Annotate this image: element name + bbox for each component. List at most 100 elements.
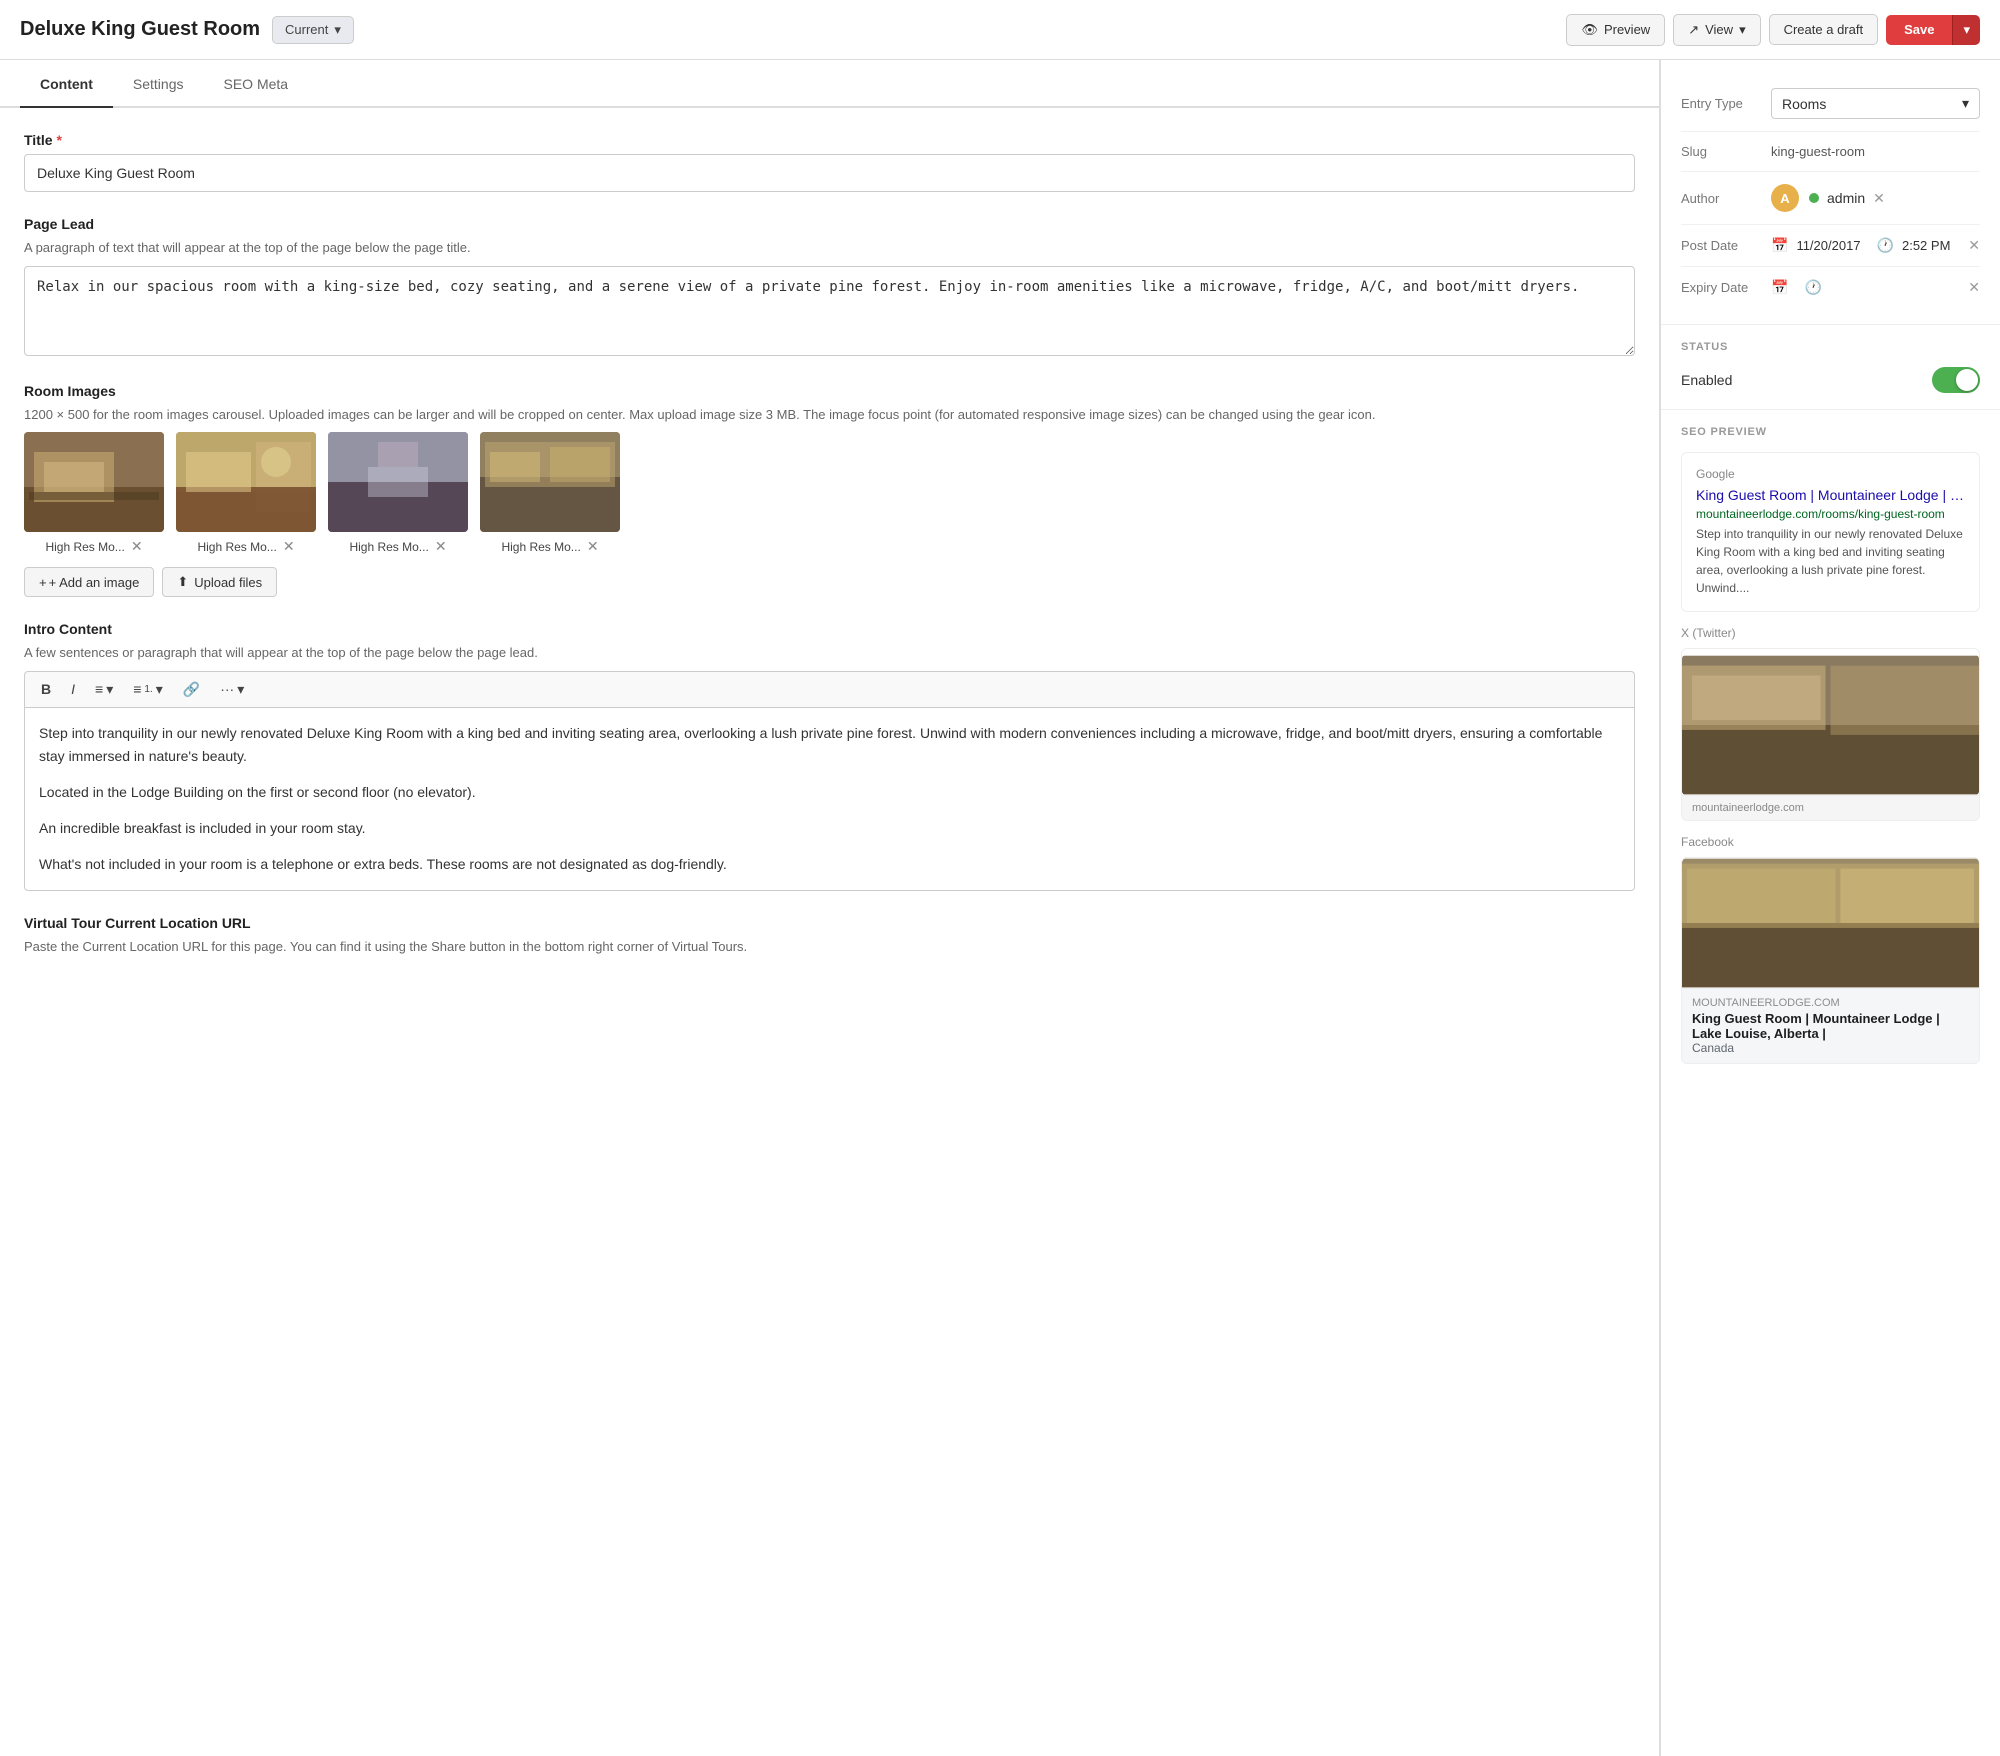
rte-content[interactable]: Step into tranquility in our newly renov… (24, 707, 1635, 892)
expiry-date-value: 📅 🕐 ✕ (1771, 279, 1980, 296)
intro-content-label: Intro Content (24, 621, 1635, 637)
link-button[interactable]: 🔗 (177, 678, 206, 701)
image-label-row: High Res Mo... ✕ (349, 538, 446, 555)
slug-value: king-guest-room (1771, 144, 1980, 159)
title-label: Title * (24, 132, 1635, 148)
title-input[interactable] (24, 154, 1635, 192)
chevron-down-icon (334, 22, 341, 38)
right-panel: Entry Type Rooms Slug king-guest-room Au… (1660, 60, 2000, 1756)
tab-settings[interactable]: Settings (113, 60, 204, 108)
upload-files-button[interactable]: ⬆ Upload files (162, 567, 277, 597)
status-toggle[interactable] (1932, 367, 1980, 393)
slug-label: Slug (1681, 144, 1771, 159)
image-thumbnail (176, 432, 316, 532)
seo-facebook-platform: Facebook (1681, 835, 1980, 849)
image-actions: + + Add an image ⬆ Upload files (24, 567, 1635, 597)
image-label: High Res Mo... (349, 540, 428, 554)
seo-google-source: Google (1696, 467, 1965, 481)
save-group: Save ▾ (1886, 15, 1980, 45)
image-label: High Res Mo... (501, 540, 580, 554)
more-options-button[interactable]: ··· (214, 678, 250, 701)
seo-google-desc: Step into tranquility in our newly renov… (1696, 525, 1965, 597)
remove-author-button[interactable]: ✕ (1873, 190, 1885, 207)
entry-type-label: Entry Type (1681, 96, 1771, 111)
page-title: Deluxe King Guest Room (20, 18, 260, 41)
remove-image-button[interactable]: ✕ (435, 538, 447, 555)
clear-expiry-date-button[interactable]: ✕ (1968, 279, 1980, 296)
page-lead-desc: A paragraph of text that will appear at … (24, 238, 1635, 258)
intro-paragraph-4: What's not included in your room is a te… (39, 853, 1620, 877)
status-row: Enabled (1681, 367, 1980, 393)
post-time[interactable]: 2:52 PM (1902, 238, 1950, 253)
status-header: STATUS (1681, 341, 1980, 353)
twitter-site-label: mountaineerlodge.com (1692, 802, 1969, 814)
author-row: Author A admin ✕ (1681, 172, 1980, 225)
entry-type-select[interactable]: Rooms (1771, 88, 1980, 119)
header-left: Deluxe King Guest Room Current (20, 16, 354, 44)
seo-twitter-platform: X (Twitter) (1681, 626, 1980, 640)
room-images-label: Room Images (24, 383, 1635, 399)
clear-post-date-button[interactable]: ✕ (1968, 237, 1980, 254)
image-thumbnail (480, 432, 620, 532)
seo-facebook-meta: MOUNTAINEERLODGE.COM King Guest Room | M… (1682, 988, 1979, 1063)
expiry-date-row: Expiry Date 📅 🕐 ✕ (1681, 267, 1980, 308)
seo-section: SEO PREVIEW Google King Guest Room | Mou… (1661, 410, 2000, 1086)
page-lead-textarea[interactable]: Relax in our spacious room with a king-s… (24, 266, 1635, 356)
save-button[interactable]: Save (1886, 15, 1952, 45)
image-label: High Res Mo... (197, 540, 276, 554)
slug-row: Slug king-guest-room (1681, 132, 1980, 172)
intro-content-desc: A few sentences or paragraph that will a… (24, 643, 1635, 663)
clock-icon: 🕐 (1877, 237, 1894, 254)
page-lead-section: Page Lead A paragraph of text that will … (24, 216, 1635, 359)
post-date-row: Post Date 📅 11/20/2017 🕐 2:52 PM ✕ (1681, 225, 1980, 267)
tab-seo-meta[interactable]: SEO Meta (203, 60, 308, 108)
status-section: STATUS Enabled (1661, 325, 2000, 410)
post-date[interactable]: 11/20/2017 (1796, 238, 1860, 253)
save-caret-button[interactable]: ▾ (1952, 15, 1980, 45)
expiry-calendar-icon[interactable]: 📅 (1771, 279, 1788, 296)
chevron-down-icon (1962, 95, 1969, 112)
remove-image-button[interactable]: ✕ (131, 538, 143, 555)
intro-paragraph-2: Located in the Lodge Building on the fir… (39, 781, 1620, 805)
seo-facebook-subtitle: Canada (1692, 1041, 1969, 1055)
images-grid: High Res Mo... ✕ (24, 432, 1635, 555)
chevron-down-icon (237, 681, 244, 698)
unordered-list-button[interactable]: ≡ (89, 678, 119, 701)
seo-facebook-card: MOUNTAINEERLODGE.COM King Guest Room | M… (1681, 857, 1980, 1064)
status-badge[interactable]: Current (272, 16, 354, 44)
remove-image-button[interactable]: ✕ (283, 538, 295, 555)
chevron-down-icon (1739, 22, 1746, 38)
chevron-down-icon (106, 681, 113, 698)
avatar: A (1771, 184, 1799, 212)
room-images-desc: 1200 × 500 for the room images carousel.… (24, 405, 1635, 425)
add-image-button[interactable]: + + Add an image (24, 567, 154, 597)
calendar-icon[interactable]: 📅 (1771, 237, 1788, 254)
seo-facebook-source: MOUNTAINEERLODGE.COM (1692, 997, 1969, 1009)
remove-image-button[interactable]: ✕ (587, 538, 599, 555)
ordered-list-button[interactable]: ≡ 1. (127, 678, 169, 701)
image-item: High Res Mo... ✕ (176, 432, 316, 555)
seo-facebook-section: Facebook MOUNTAINEERLODGE.COM Kin (1681, 835, 1980, 1064)
upload-icon: ⬆ (177, 574, 188, 590)
image-thumbnail (328, 432, 468, 532)
create-draft-button[interactable]: Create a draft (1769, 14, 1879, 45)
title-field-section: Title * (24, 132, 1635, 192)
expiry-clock-icon: 🕐 (1804, 279, 1821, 296)
italic-button[interactable]: I (65, 678, 81, 700)
bold-button[interactable]: B (35, 678, 57, 700)
toggle-knob (1956, 369, 1978, 391)
status-text: Enabled (1681, 372, 1732, 388)
header-right: 👁 Preview ↗ View Create a draft Save ▾ (1566, 14, 1980, 46)
image-label-row: High Res Mo... ✕ (197, 538, 294, 555)
share-icon: ↗ (1688, 22, 1699, 38)
image-thumbnail (24, 432, 164, 532)
author-name: admin (1827, 190, 1865, 206)
preview-button[interactable]: 👁 Preview (1566, 14, 1665, 46)
virtual-tour-label: Virtual Tour Current Location URL (24, 915, 1635, 931)
view-button[interactable]: ↗ View (1673, 14, 1760, 46)
image-item: High Res Mo... ✕ (328, 432, 468, 555)
image-label-row: High Res Mo... ✕ (45, 538, 142, 555)
main-layout: Content Settings SEO Meta Title * Page L… (0, 60, 2000, 1756)
seo-facebook-title: King Guest Room | Mountaineer Lodge | La… (1692, 1011, 1969, 1041)
tab-content[interactable]: Content (20, 60, 113, 108)
